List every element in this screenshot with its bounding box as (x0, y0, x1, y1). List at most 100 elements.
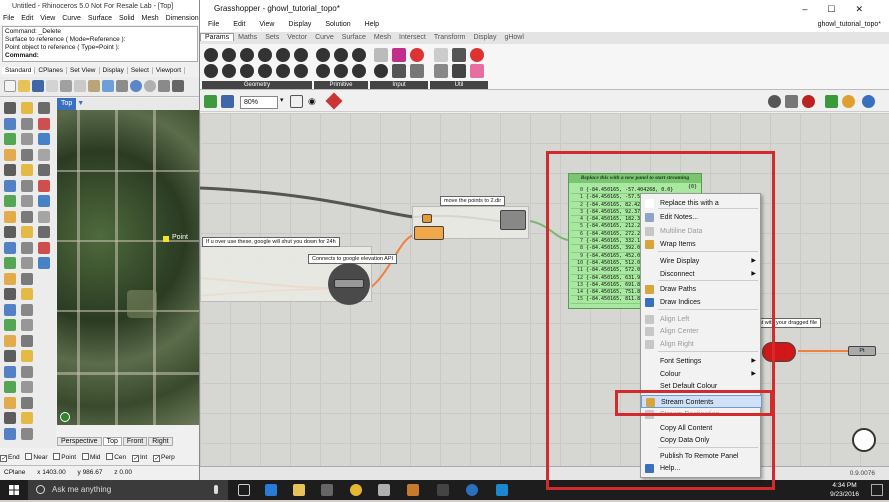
zoom-extents-icon[interactable] (290, 95, 303, 108)
tab-intersect[interactable]: Intersect (395, 34, 430, 41)
top-viewport[interactable]: Point (57, 110, 199, 425)
rhino-menu-file[interactable]: File (3, 15, 14, 22)
task-view-icon[interactable] (238, 484, 250, 496)
tool-icon[interactable] (38, 102, 50, 114)
microphone-icon[interactable] (214, 485, 218, 494)
menu-item-wire-display[interactable]: Wire Display ▶ (641, 255, 762, 268)
streamed-file-component[interactable] (762, 342, 796, 362)
menu-item-edit-notes[interactable]: Edit Notes... (641, 211, 762, 224)
osnap-int[interactable]: ✓ Int (131, 454, 147, 462)
tool-icon[interactable] (21, 272, 33, 285)
globe-icon[interactable] (862, 95, 875, 108)
tab-maths[interactable]: Maths (234, 34, 261, 41)
file-explorer-icon[interactable] (293, 484, 305, 496)
flask-icon[interactable] (470, 64, 484, 78)
paste-icon[interactable] (88, 80, 100, 92)
chrome-icon[interactable] (350, 484, 362, 496)
surface-param-icon[interactable] (240, 64, 254, 78)
google-elevation-component[interactable] (328, 263, 370, 305)
domain-param-icon[interactable] (316, 64, 330, 78)
menu-item-stream-destination[interactable]: Stream Destination (641, 408, 762, 421)
zoom-icon[interactable] (144, 80, 156, 92)
cplane-label[interactable]: CPlane (4, 469, 25, 476)
cherry-icon[interactable] (410, 48, 424, 62)
colour-param-icon[interactable] (334, 64, 348, 78)
chevron-down-icon[interactable]: ▼ (77, 100, 84, 107)
save-icon[interactable] (32, 80, 44, 92)
tool-icon[interactable] (21, 319, 33, 331)
grasshopper-app-icon[interactable] (437, 484, 449, 496)
tool-icon[interactable] (4, 303, 16, 316)
zoom-select[interactable]: 80% (240, 96, 278, 109)
edge-icon[interactable] (265, 484, 277, 496)
tool-icon[interactable] (4, 257, 16, 269)
tool-icon[interactable] (21, 179, 33, 192)
copy-icon[interactable] (74, 80, 86, 92)
clock[interactable]: 4:34 PM 9/23/2016 (830, 481, 859, 499)
menu-item-draw-indices[interactable]: Draw Indices (641, 296, 762, 309)
cherry-icon[interactable] (470, 48, 484, 62)
text-param-icon[interactable] (352, 64, 366, 78)
window-buttons[interactable]: –☐✕ (802, 0, 883, 18)
tool-icon[interactable] (21, 365, 33, 378)
tab-display[interactable]: Display (470, 34, 501, 41)
osnap-perp[interactable]: ✓ Perp (153, 454, 175, 462)
tab-standard[interactable]: Standard (2, 67, 36, 74)
tool-icon[interactable] (21, 117, 33, 130)
osnap-end[interactable]: ✓ End (0, 454, 20, 462)
slider-icon[interactable] (392, 64, 406, 78)
gh-menu-solution[interactable]: Solution (325, 21, 350, 28)
tool-icon[interactable] (4, 427, 16, 440)
arrow-right-icon[interactable] (452, 48, 466, 62)
tool-icon[interactable] (38, 257, 50, 269)
tool-icon[interactable] (21, 427, 33, 440)
rhino-menu-dimension[interactable]: Dimension (166, 15, 199, 22)
viewport-tab-right[interactable]: Right (148, 437, 173, 446)
button-icon[interactable] (374, 64, 388, 78)
rhino-menu-view[interactable]: View (40, 15, 55, 22)
tool-icon[interactable] (21, 241, 33, 254)
cache-icon[interactable] (434, 64, 448, 78)
app-icon[interactable] (466, 484, 478, 496)
tool-icon[interactable] (4, 288, 16, 300)
panel-icon[interactable] (410, 64, 424, 78)
osnap-mid[interactable]: Mid (81, 453, 100, 461)
tool-icon[interactable] (38, 133, 50, 145)
navigation-wheel-icon[interactable] (852, 428, 876, 452)
zoom-window-icon[interactable] (172, 80, 184, 92)
tool-icon[interactable] (4, 133, 16, 145)
move-component[interactable] (500, 210, 526, 230)
quality-icon[interactable] (842, 95, 855, 108)
tab-display[interactable]: Display (99, 67, 128, 74)
tab-sets[interactable]: Sets (261, 34, 283, 41)
tool-icon[interactable] (4, 164, 16, 176)
menu-item-align-center[interactable]: Align Center (641, 325, 762, 338)
rhino-menu-mesh[interactable]: Mesh (142, 15, 159, 22)
tool-icon[interactable] (21, 133, 33, 145)
tool-icon[interactable] (21, 164, 33, 176)
tab-surface[interactable]: Surface (338, 34, 370, 41)
cut-icon[interactable] (60, 80, 72, 92)
zoom-extents-icon[interactable] (158, 80, 170, 92)
preview-off-icon[interactable] (768, 95, 781, 108)
tool-icon[interactable] (4, 241, 16, 254)
tool-icon[interactable] (4, 210, 16, 223)
start-button[interactable] (0, 480, 28, 500)
command-prompt[interactable]: Command: (5, 52, 195, 60)
tool-icon[interactable] (21, 226, 33, 238)
tool-icon[interactable] (4, 102, 16, 114)
cluster-icon[interactable] (434, 48, 448, 62)
open-file-icon[interactable] (204, 95, 217, 108)
sketch-icon[interactable] (325, 92, 343, 110)
menu-item-multiline-data[interactable]: Multiline Data (641, 225, 762, 238)
tool-icon[interactable] (4, 179, 16, 192)
point-param-icon[interactable] (222, 64, 236, 78)
tool-icon[interactable] (4, 381, 16, 393)
tool-icon[interactable] (21, 303, 33, 316)
tool-icon[interactable] (21, 102, 33, 114)
tab-set-view[interactable]: Set View (66, 67, 100, 74)
menu-item-copy-data-only[interactable]: Copy Data Only (641, 434, 762, 447)
tab-transform[interactable]: Transform (430, 34, 470, 41)
tool-icon[interactable] (21, 288, 33, 300)
rhino-menu-surface[interactable]: Surface (88, 15, 112, 22)
